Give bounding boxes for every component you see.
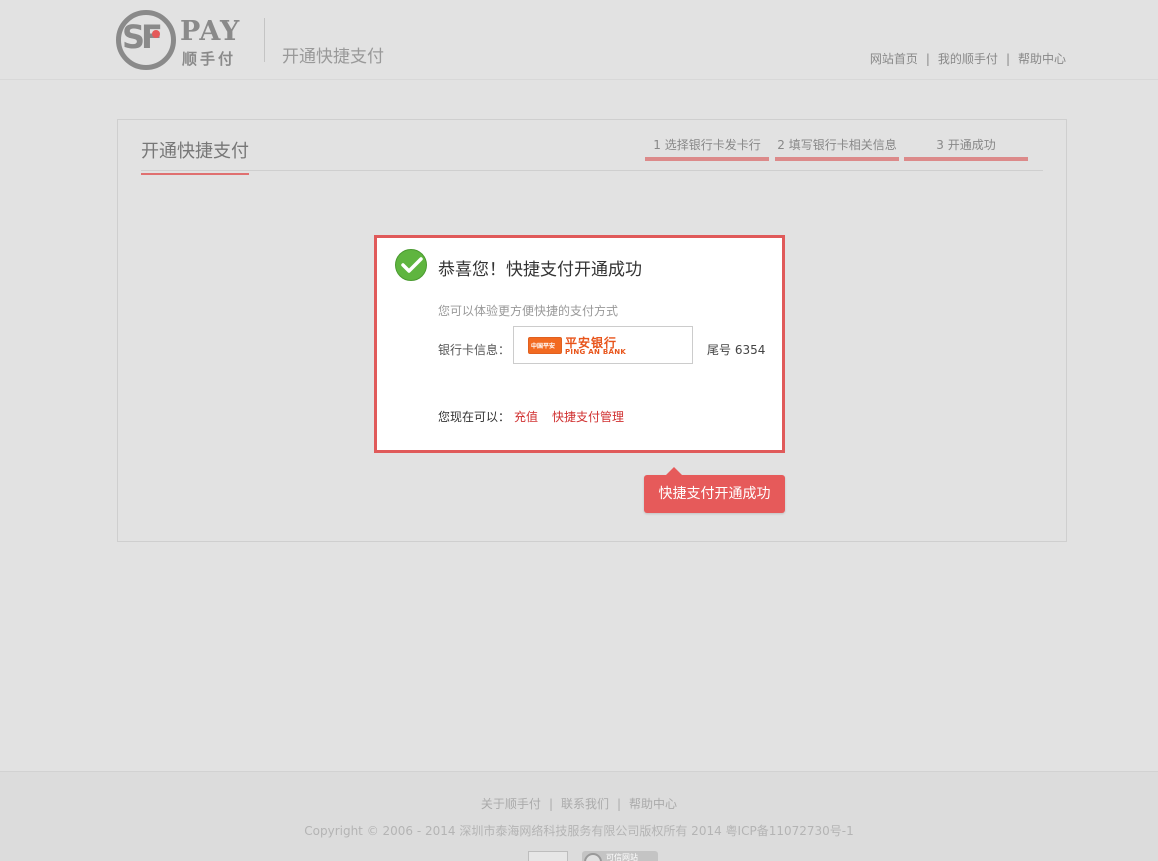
trusted-site-text: 可信网站 xyxy=(606,853,638,861)
logo-cn-text: 顺手付 xyxy=(182,50,237,68)
header-divider xyxy=(264,18,265,62)
bank-card-display: 中国平安 平安银行 PING AN BANK xyxy=(513,326,693,364)
tooltip-arrow xyxy=(666,467,682,475)
footer-help-link[interactable]: 帮助中心 xyxy=(629,797,677,811)
footer-about-link[interactable]: 关于顺手付 xyxy=(481,797,541,811)
footer: 关于顺手付 | 联系我们 | 帮助中心 Copyright © 2006 - 2014 … xyxy=(0,771,1158,861)
footer-separator: | xyxy=(617,797,622,811)
trusted-site-badge[interactable]: 可信网站 xyxy=(582,851,658,861)
trusted-site-icon xyxy=(584,853,602,861)
step-1: 1 选择银行卡发卡行 xyxy=(645,135,769,161)
security-badge[interactable] xyxy=(528,851,568,861)
header-title: 开通快捷支付 xyxy=(282,47,384,67)
recharge-link[interactable]: 充值 xyxy=(514,408,538,425)
nav-separator: | xyxy=(1005,52,1010,66)
success-title: 恭喜您！快捷支付开通成功 xyxy=(438,260,642,280)
header: SF PAY 顺手付 开通快捷支付 网站首页 | 我的顺手付 | 帮助中心 xyxy=(0,0,1158,80)
check-circle-icon xyxy=(395,249,427,281)
success-box: 恭喜您！快捷支付开通成功 您可以体验更方便快捷的支付方式 银行卡信息： 中国平安… xyxy=(374,235,785,453)
card-info-label: 银行卡信息： xyxy=(438,343,511,357)
panel-divider xyxy=(141,170,1043,171)
success-tooltip: 快捷支付开通成功 xyxy=(644,467,785,513)
top-nav: 网站首页 | 我的顺手付 | 帮助中心 xyxy=(870,50,1066,67)
now-you-can-label: 您现在可以： xyxy=(438,410,511,424)
tooltip-text: 快捷支付开通成功 xyxy=(658,486,771,502)
bank-badge-text: 中国平安 xyxy=(531,343,556,350)
quick-pay-manage-link[interactable]: 快捷支付管理 xyxy=(552,408,624,425)
logo-pay-text: PAY xyxy=(180,16,241,47)
nav-my-account-link[interactable]: 我的顺手付 xyxy=(938,52,998,66)
bank-badge-icon: 中国平安 xyxy=(528,337,562,354)
card-tail-number: 尾号 6354 xyxy=(707,343,766,357)
nav-help-link[interactable]: 帮助中心 xyxy=(1018,52,1066,66)
footer-separator: | xyxy=(548,797,553,811)
nav-separator: | xyxy=(925,52,930,66)
nav-home-link[interactable]: 网站首页 xyxy=(870,52,918,66)
logo-dot xyxy=(152,30,160,38)
step-3: 3 开通成功 xyxy=(904,135,1028,161)
footer-contact-link[interactable]: 联系我们 xyxy=(561,797,609,811)
bank-name-en: PING AN BANK xyxy=(565,348,627,356)
step-2: 2 填写银行卡相关信息 xyxy=(775,135,899,161)
success-subtitle: 您可以体验更方便快捷的支付方式 xyxy=(438,304,619,318)
copyright-text: Copyright © 2006 - 2014 深圳市泰海网络科技服务有限公司版… xyxy=(304,824,854,838)
footer-links: 关于顺手付 | 联系我们 | 帮助中心 xyxy=(0,795,1158,812)
sf-pay-logo[interactable]: SF PAY 顺手付 xyxy=(116,10,246,70)
